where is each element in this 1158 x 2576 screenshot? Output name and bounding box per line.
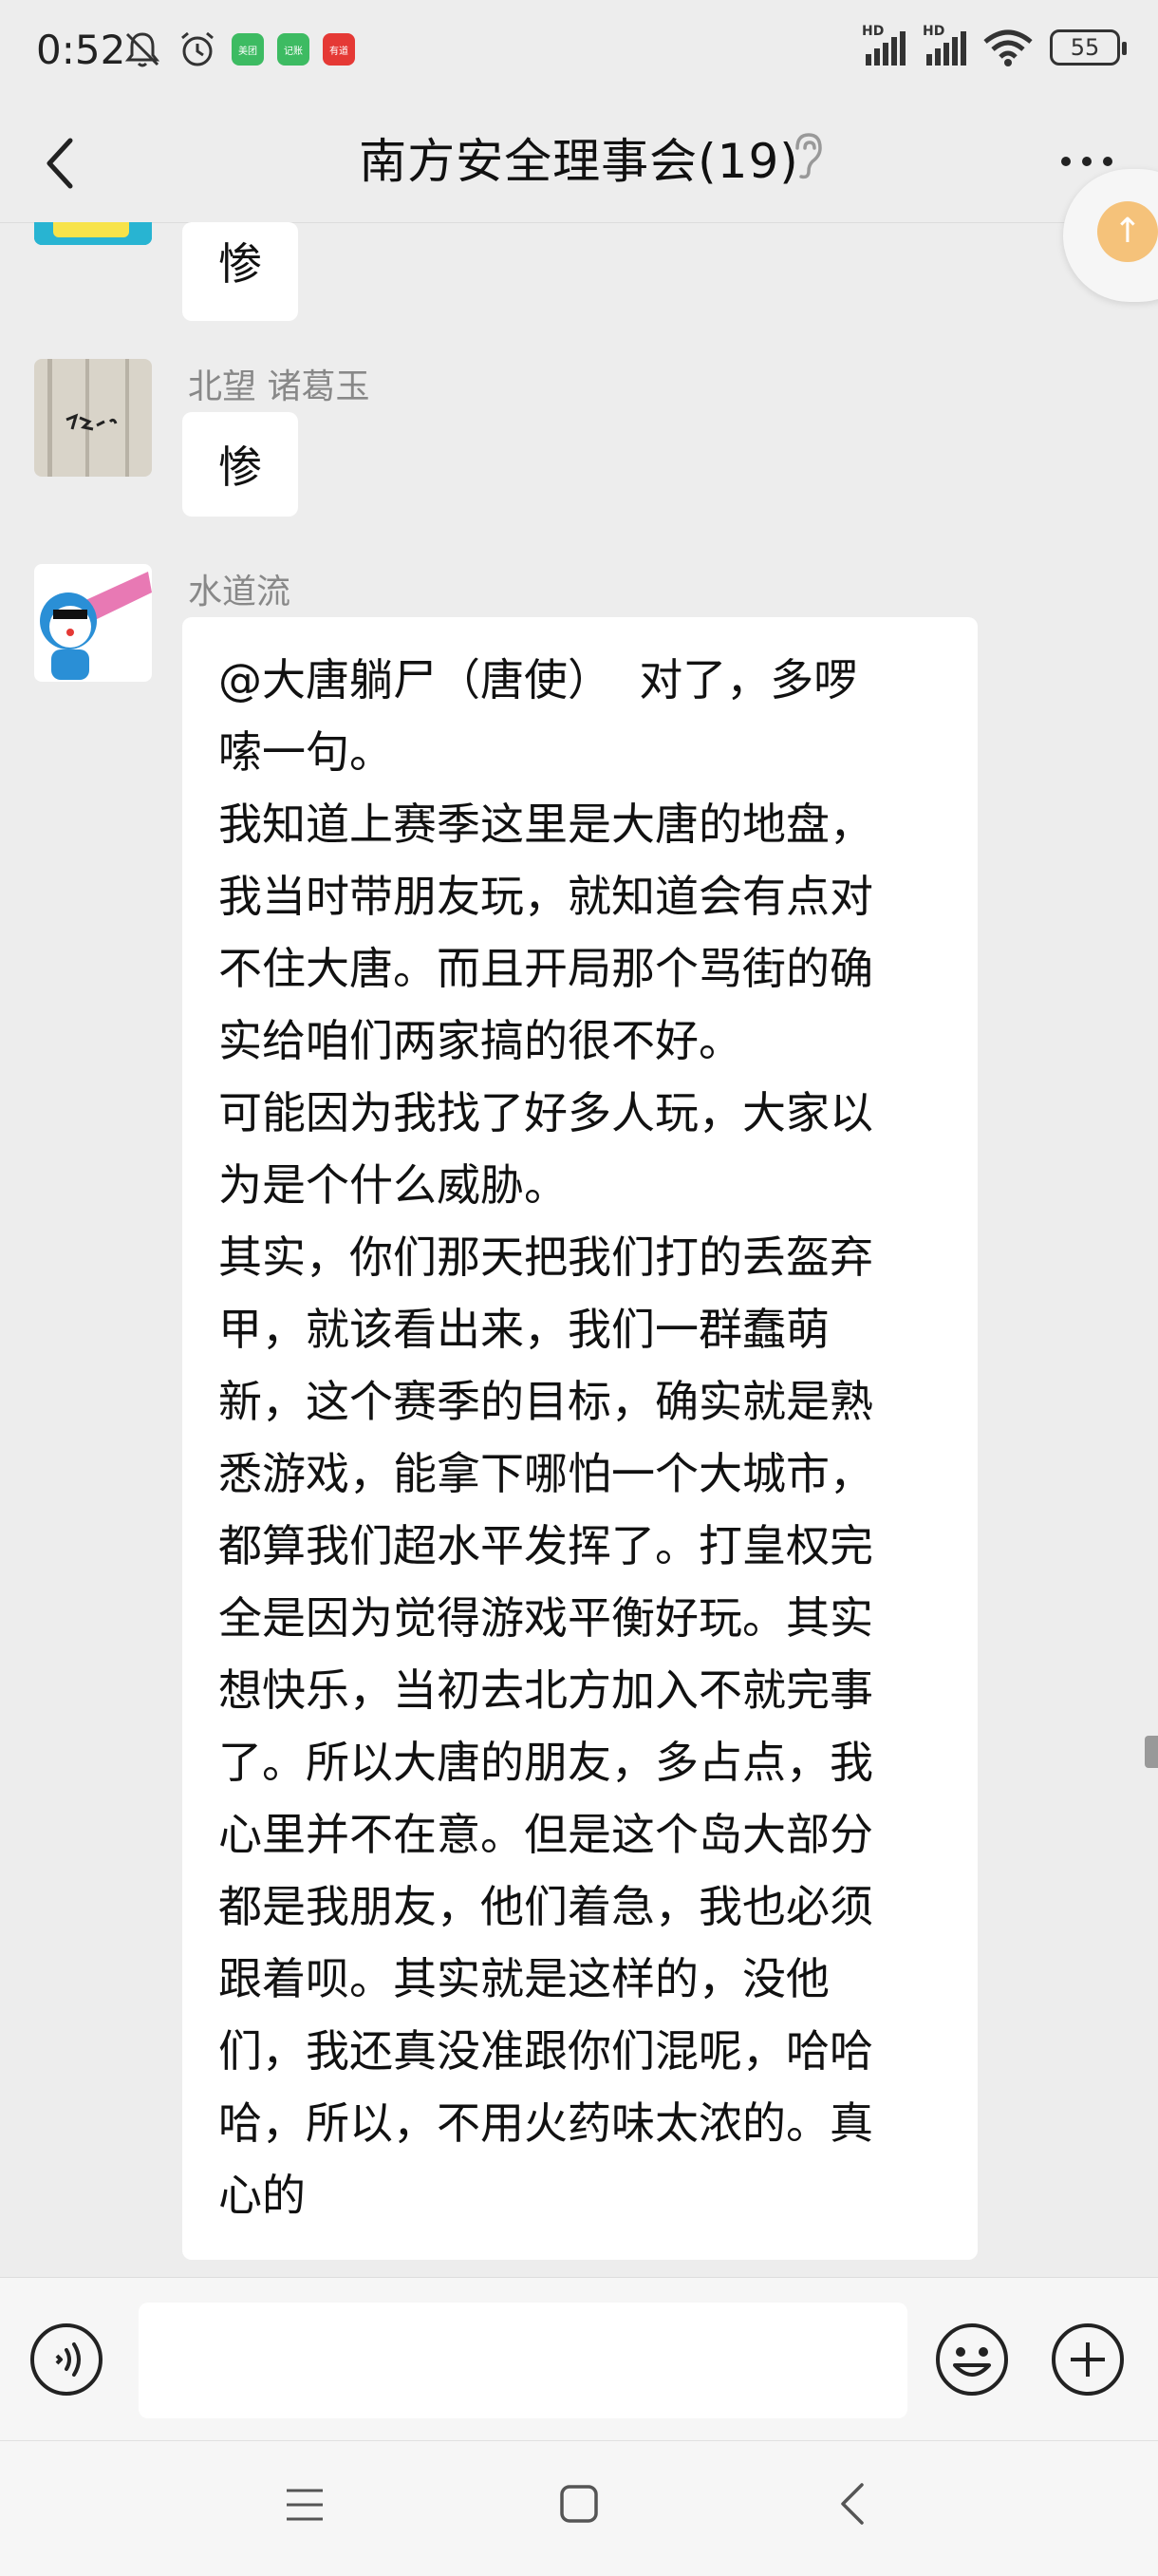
home-icon[interactable] — [558, 2483, 600, 2525]
message-line: 跟着呗。其实就是这样的，没他 — [218, 1953, 830, 2004]
handwriting-avatar-icon — [34, 359, 152, 477]
status-right-icons: HD HD 55 — [862, 24, 1127, 66]
battery-icon: 55 — [1050, 29, 1127, 66]
message-line: 悉游戏，能拿下哪怕一个大城市， — [218, 1448, 873, 1499]
doraemon-avatar-icon — [34, 564, 152, 682]
sender-avatar[interactable] — [34, 564, 152, 682]
message-text: 惨 — [218, 238, 262, 290]
system-nav-bar — [0, 2440, 1158, 2576]
message-line: 不住大唐。而且开局那个骂街的确 — [218, 943, 873, 994]
youdao-app-icon: 有道 — [323, 33, 355, 66]
dot-icon — [1082, 157, 1092, 166]
message-line: 我当时带朋友玩，就知道会有点对 — [218, 871, 873, 922]
message-line: 可能因为我找了好多人玩，大家以 — [218, 1087, 873, 1138]
mute-bell-icon — [124, 32, 160, 67]
sender-name: 水道流 — [188, 573, 291, 611]
menu-icon[interactable] — [283, 2481, 327, 2529]
message-line: 心里并不在意。但是这个岛大部分 — [218, 1809, 873, 1860]
message-bubble[interactable]: @大唐躺尸（唐使） 对了，多啰 嗦一句。 我知道上赛季这里是大唐的地盘， 我当时… — [182, 617, 978, 2260]
message-bubble[interactable]: 惨 — [182, 412, 298, 517]
message-input[interactable] — [139, 2303, 907, 2418]
message-line: 为是个什么威胁。 — [218, 1159, 568, 1211]
voice-input-icon[interactable] — [28, 2322, 104, 2397]
message-line: 甲，就该看出来，我们一群蠢萌 — [218, 1304, 830, 1355]
input-bar — [0, 2277, 1158, 2441]
dot-icon — [1103, 157, 1112, 166]
message-line: @大唐躺尸（唐使） 对了，多啰 — [218, 654, 858, 705]
message-line: 心的 — [218, 2170, 306, 2221]
message-line: 嗦一句。 — [218, 726, 393, 778]
status-bar: 0:52 美团 记账 有道 HD HD 55 — [0, 0, 1158, 104]
message-line: 全是因为觉得游戏平衡好玩。其实 — [218, 1592, 873, 1644]
ledger-app-icon: 记账 — [277, 33, 309, 66]
status-left-icons: 美团 记账 有道 — [121, 28, 355, 70]
sender-name: 北望 诸葛玉 — [188, 367, 370, 406]
signal-1-icon: HD — [862, 24, 906, 66]
dot-icon — [1061, 157, 1071, 166]
message-line: 我知道上赛季这里是大唐的地盘， — [218, 799, 873, 850]
message-line: 都是我朋友，他们着急，我也必须 — [218, 1881, 873, 1932]
emoji-icon[interactable] — [934, 2322, 1010, 2397]
message-line: 新，这个赛季的目标，确实就是熟 — [218, 1376, 873, 1427]
message-line: 哈，所以，不用火药味太浓的。真 — [218, 2097, 873, 2149]
back-nav-icon[interactable] — [835, 2479, 869, 2529]
signal-2-icon: HD — [923, 24, 966, 66]
message-line: 都算我们超水平发挥了。打皇权完 — [218, 1520, 873, 1571]
plus-icon[interactable] — [1050, 2322, 1126, 2397]
message-line: 想快乐，当初去北方加入不就完事 — [218, 1664, 873, 1716]
earpiece-mode-icon — [795, 133, 822, 179]
sender-avatar[interactable] — [34, 359, 152, 477]
message-line: 了。所以大唐的朋友，多占点，我 — [218, 1737, 873, 1788]
chat-header: 南方安全理事会(19) — [0, 104, 1158, 223]
message-line: 其实，你们那天把我们打的丢盔弃 — [218, 1232, 873, 1283]
scrollbar-thumb[interactable] — [1145, 1736, 1158, 1768]
wifi-icon — [983, 29, 1033, 66]
message-bubble[interactable]: 惨 — [182, 222, 298, 321]
message-text: 惨 — [218, 442, 262, 493]
alarm-clock-icon — [181, 31, 214, 66]
message-line: 们，我还真没准跟你们混呢，哈哈 — [218, 2025, 873, 2077]
message-line: 实给咱们两家搞的很不好。 — [218, 1015, 742, 1066]
meituan-app-icon: 美团 — [232, 33, 264, 66]
status-time: 0:52 — [36, 27, 126, 73]
chat-title: 南方安全理事会(19) — [359, 134, 799, 189]
